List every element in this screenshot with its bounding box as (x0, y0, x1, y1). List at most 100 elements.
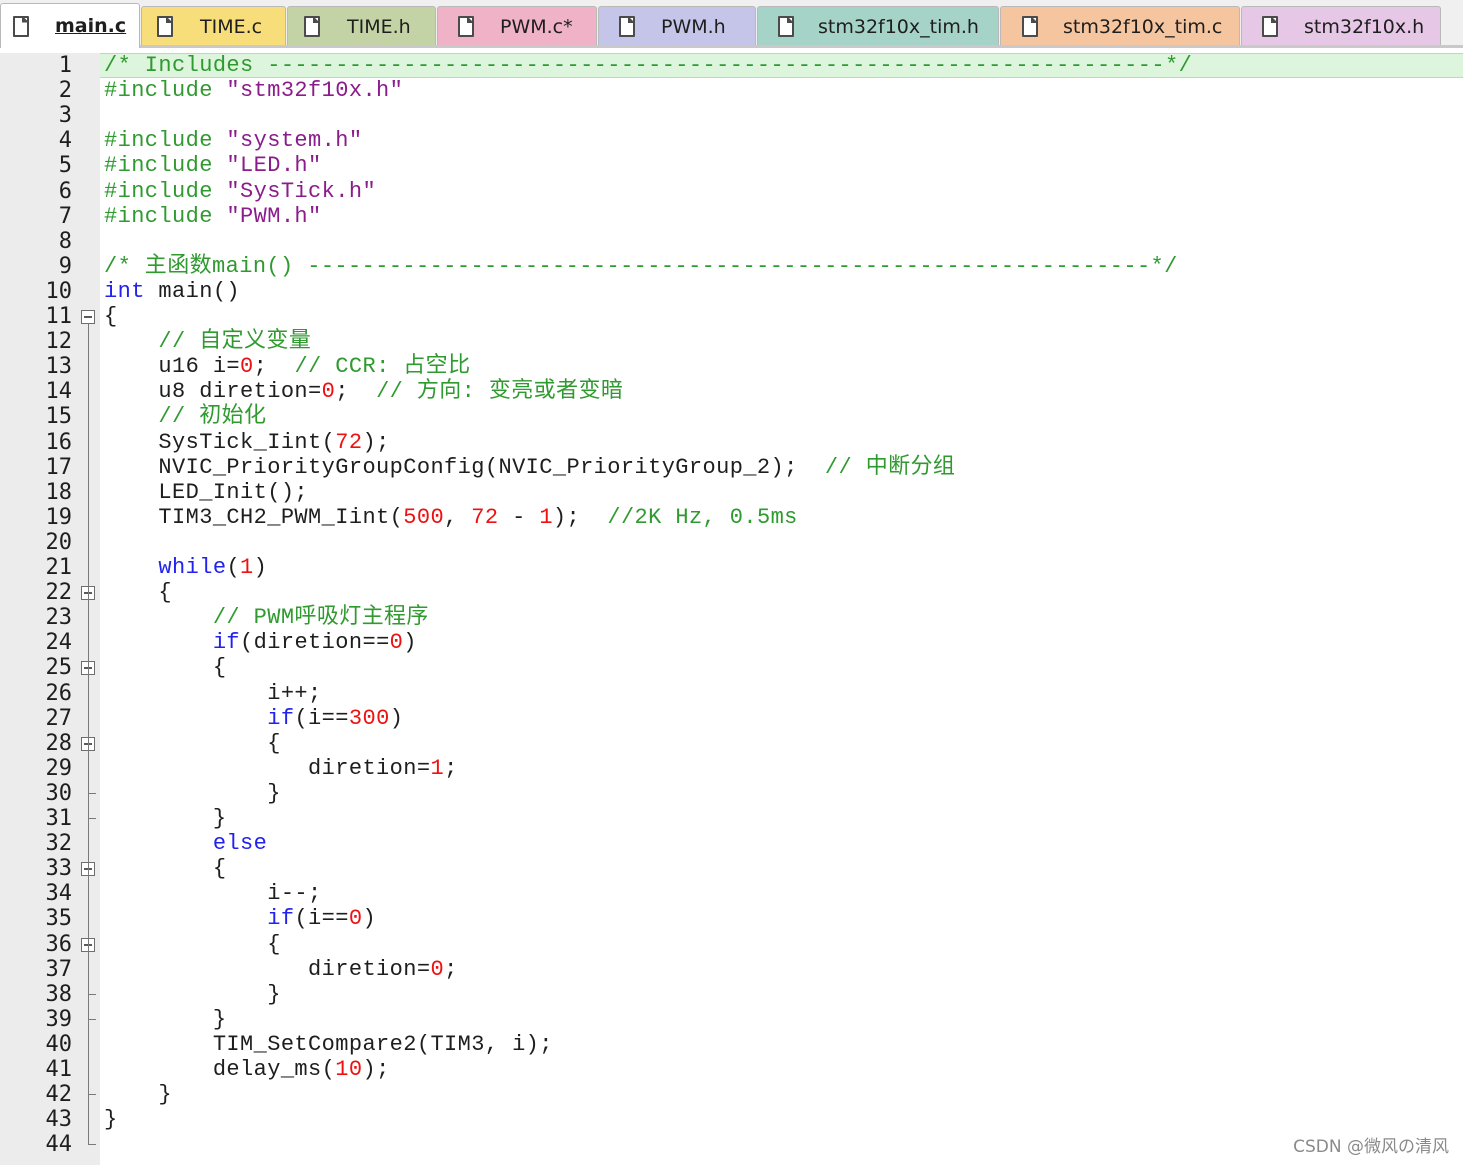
line-number: 35 (45, 906, 73, 932)
file-icon (13, 15, 29, 37)
code-line: #include "LED.h" (104, 153, 322, 179)
line-number: 22 (45, 580, 73, 606)
file-icon (778, 16, 794, 37)
code-line: #include "SysTick.h" (104, 178, 377, 204)
tab-label: stm32f10x.h (1304, 15, 1425, 38)
line-number: 29 (45, 755, 73, 781)
line-number: 7 (58, 203, 72, 229)
line-number: 20 (45, 529, 73, 555)
fold-end-marker (88, 993, 96, 995)
file-icon (619, 16, 635, 37)
code-line: NVIC_PriorityGroupConfig(NVIC_PriorityGr… (104, 454, 956, 480)
line-number: 5 (58, 153, 72, 179)
line-number: 44 (45, 1132, 73, 1158)
code-line: { (104, 655, 227, 681)
code-line: #include "system.h" (104, 128, 363, 154)
code-line: { (104, 931, 281, 957)
fold-end-marker (88, 1094, 96, 1096)
tab-stm32f10x-h[interactable]: stm32f10x.h (1241, 6, 1441, 46)
line-number: 12 (45, 329, 73, 355)
code-line: u8 diretion=0; // 方向: 变亮或者变暗 (104, 379, 624, 405)
line-number: 31 (45, 806, 73, 831)
watermark: CSDN @微风の清风 (1293, 1137, 1449, 1157)
line-number: 40 (45, 1031, 73, 1057)
code-line: } (104, 1082, 173, 1108)
line-number: 27 (45, 705, 73, 731)
code-line: i--; (104, 881, 322, 907)
code-line: /* 主函数main() ---------------------------… (104, 253, 1178, 279)
line-number: 23 (45, 605, 73, 631)
code-line: // 初始化 (104, 404, 267, 430)
line-number: 16 (45, 429, 73, 455)
code-line: delay_ms(10); (104, 1057, 390, 1082)
tab-bar: main.c TIME.c TIME.h PWM.c* PWM.h stm32f10x_t… (0, 0, 1463, 48)
tab-time-h[interactable]: TIME.h (287, 6, 436, 46)
code-editor[interactable]: 1 /* Includes ---------------------------… (0, 53, 1463, 1165)
code-line: } (104, 1107, 118, 1133)
code-line: { (104, 580, 173, 606)
tab-main-c[interactable]: main.c (0, 3, 140, 48)
line-number: 28 (45, 730, 73, 756)
line-number: 10 (45, 278, 73, 304)
code-line: i++; (104, 680, 322, 706)
fold-guide (88, 324, 89, 1145)
tab-label: TIME.c (200, 15, 263, 38)
line-number: 19 (45, 504, 73, 530)
code-line: if(diretion==0) (212, 630, 417, 656)
code-line: { (104, 304, 118, 329)
line-number: 9 (58, 253, 72, 279)
line-number: 13 (45, 354, 73, 380)
line-number: 30 (45, 780, 73, 806)
tab-pwm-h[interactable]: PWM.h (598, 6, 756, 46)
line-number: 17 (45, 454, 73, 480)
code-line: #include "PWM.h" (104, 203, 322, 229)
line-number: 21 (45, 555, 73, 580)
code-line: if(i==0) (267, 906, 377, 932)
code-line: if(i==300) (267, 705, 404, 731)
code-line: #include "stm32f10x.h" (104, 78, 404, 104)
code-line: SysTick_Iint(72); (104, 429, 390, 455)
code-line: TIM_SetCompare2(TIM3, i); (104, 1031, 553, 1057)
line-number: 39 (45, 1006, 73, 1032)
code-line: while(1) (158, 555, 268, 580)
line-number: 3 (58, 103, 72, 129)
code-line: } (104, 806, 227, 831)
code-line: u16 i=0; // CCR: 占空比 (104, 354, 471, 380)
tab-time-c[interactable]: TIME.c (141, 6, 286, 46)
file-icon (1022, 16, 1038, 37)
line-number: 41 (45, 1057, 73, 1082)
code-line: diretion=0; (104, 956, 458, 982)
line-number: 34 (45, 881, 73, 907)
line-number: 36 (45, 931, 73, 957)
line-number: 43 (45, 1107, 73, 1133)
line-number: 4 (58, 128, 72, 154)
tab-pwm-c[interactable]: PWM.c* (437, 6, 597, 46)
fold-toggle-icon[interactable] (81, 310, 95, 324)
tab-stm32f10x-tim-c[interactable]: stm32f10x_tim.c (1000, 6, 1240, 46)
fold-end-marker (88, 792, 96, 794)
file-icon (157, 16, 173, 37)
line-number: 33 (45, 856, 73, 882)
code-line: diretion=1; (104, 755, 458, 781)
line-number: 1 (58, 53, 72, 78)
code-line: } (104, 780, 281, 806)
line-number: 37 (45, 956, 73, 982)
line-number: 24 (45, 630, 73, 656)
tab-label: main.c (55, 15, 127, 37)
file-icon (458, 16, 474, 37)
tab-label: TIME.h (347, 15, 411, 38)
code-line: } (104, 981, 281, 1007)
line-number: 25 (45, 655, 73, 681)
line-number: 15 (45, 404, 73, 430)
fold-end-marker (88, 818, 96, 819)
line-number: 18 (45, 479, 73, 505)
line-number: 11 (45, 304, 73, 329)
code-line: else (212, 831, 268, 857)
code-line: LED_Init(); (104, 479, 309, 505)
code-line: // 自定义变量 (104, 329, 312, 355)
line-number: 6 (58, 178, 72, 204)
fold-end-marker (88, 1018, 96, 1020)
line-number: 2 (58, 78, 72, 104)
code-line: int main() (104, 278, 241, 304)
tab-stm32f10x-tim-h[interactable]: stm32f10x_tim.h (757, 6, 999, 46)
